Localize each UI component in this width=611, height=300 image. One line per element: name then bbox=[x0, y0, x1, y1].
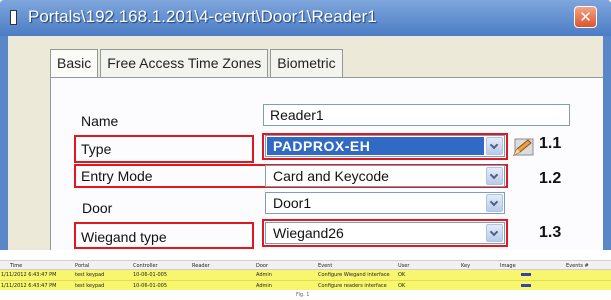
image-thumbnail[interactable] bbox=[521, 284, 531, 287]
entry-mode-label: Entry Mode bbox=[81, 168, 153, 184]
cell-user: OK bbox=[398, 283, 406, 289]
wiegand-type-select[interactable]: Wiegand26 bbox=[265, 222, 505, 244]
cell-event: Configure Wiegand interface bbox=[318, 272, 390, 278]
cell-portal: test keypad bbox=[75, 272, 105, 278]
cell-time: 1/11/2012 6:43:47 PM bbox=[1, 272, 57, 278]
door-select[interactable]: Door1 bbox=[265, 192, 505, 214]
type-select[interactable]: PADPROX-EH bbox=[265, 135, 505, 157]
cell-event: Configure readers interface bbox=[318, 283, 387, 289]
cell-controller: 10-06-01-005 bbox=[133, 272, 168, 278]
entry-mode-select-value: Card and Keycode bbox=[273, 168, 389, 184]
name-input[interactable]: Reader1 bbox=[263, 104, 570, 126]
cell-door: Admin bbox=[256, 272, 272, 278]
pencil-icon[interactable] bbox=[512, 137, 536, 157]
door-label: Door bbox=[82, 200, 113, 216]
tab-strip: Basic Free Access Time Zones Biometric bbox=[50, 49, 345, 78]
callout-1-1: 1.1 bbox=[539, 135, 562, 152]
name-label: Name bbox=[81, 113, 119, 129]
cell-time: 1/11/2012 6:43:47 PM bbox=[1, 283, 57, 289]
table-row[interactable]: 1/11/2012 6:43:47 PM test keypad 10-06-0… bbox=[0, 270, 611, 280]
event-log-table: Time Portal Controller Reader Door Event… bbox=[0, 260, 611, 290]
entry-mode-dropdown-button[interactable] bbox=[486, 167, 503, 185]
chevron-down-icon bbox=[489, 170, 499, 180]
cell-portal: test keypad bbox=[75, 283, 105, 289]
chevron-down-icon bbox=[489, 197, 499, 207]
cell-controller: 10-06-01-005 bbox=[133, 283, 168, 289]
callout-1-3: 1.3 bbox=[539, 224, 562, 241]
chevron-down-icon bbox=[489, 140, 499, 150]
close-button[interactable]: ✕ bbox=[574, 6, 597, 28]
callout-1-2: 1.2 bbox=[539, 170, 562, 187]
title-bar[interactable]: Portals\192.168.1.201\4-cetvrt\Door1\Rea… bbox=[0, 0, 611, 36]
cell-user: OK bbox=[398, 272, 406, 278]
door-select-value: Door1 bbox=[273, 195, 312, 211]
tab-biometric[interactable]: Biometric bbox=[270, 49, 343, 77]
table-row[interactable]: 1/11/2012 6:43:47 PM test keypad 10-06-0… bbox=[0, 280, 611, 290]
image-thumbnail[interactable] bbox=[521, 273, 531, 276]
tab-basic[interactable]: Basic bbox=[50, 49, 99, 78]
tab-free-access-time-zones[interactable]: Free Access Time Zones bbox=[100, 49, 269, 77]
figure-caption: Fig. 1 bbox=[296, 292, 310, 298]
window-icon bbox=[10, 10, 17, 25]
wiegand-type-select-value: Wiegand26 bbox=[273, 225, 344, 241]
door-dropdown-button[interactable] bbox=[486, 194, 503, 212]
wiegand-type-label: Wiegand type bbox=[81, 229, 167, 245]
cell-door: Admin bbox=[256, 283, 272, 289]
type-label: Type bbox=[81, 141, 112, 157]
chevron-down-icon bbox=[489, 227, 499, 237]
window-title: Portals\192.168.1.201\4-cetvrt\Door1\Rea… bbox=[28, 7, 377, 26]
wiegand-type-dropdown-button[interactable] bbox=[486, 224, 503, 242]
type-dropdown-button[interactable] bbox=[486, 137, 503, 155]
type-select-value: PADPROX-EH bbox=[267, 137, 484, 155]
entry-mode-select[interactable]: Card and Keycode bbox=[265, 165, 505, 187]
table-header-row: Time Portal Controller Reader Door Event… bbox=[0, 260, 611, 270]
